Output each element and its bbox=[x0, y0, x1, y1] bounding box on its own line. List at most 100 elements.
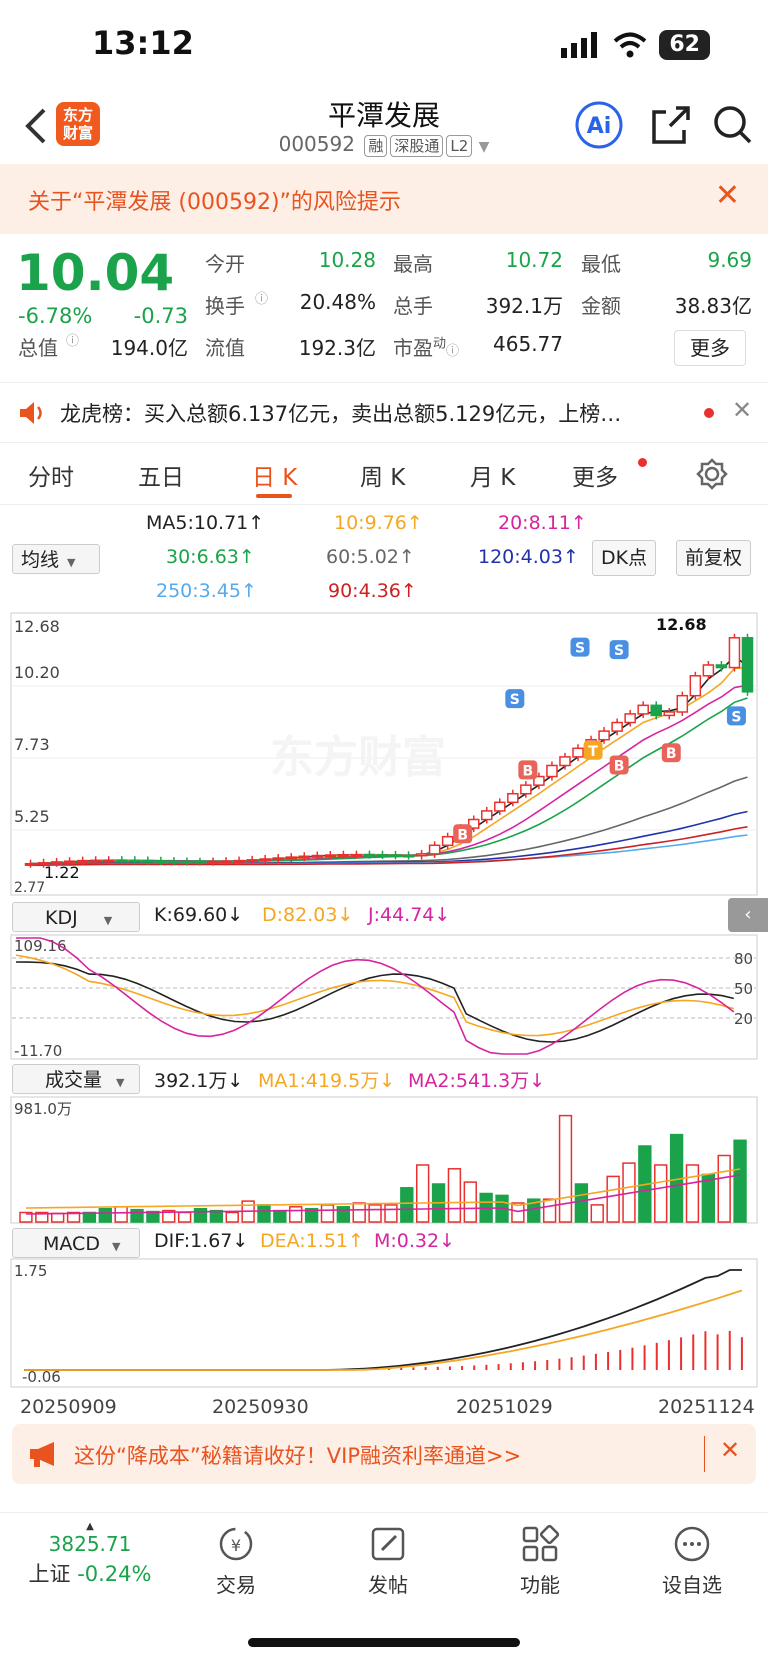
candle-body bbox=[220, 860, 232, 864]
candle-body bbox=[415, 853, 428, 857]
gear-icon[interactable] bbox=[696, 458, 728, 490]
stat-label-amount: 金额 bbox=[581, 294, 621, 318]
candle-body bbox=[520, 784, 532, 795]
date-label-3: 20251124 bbox=[658, 1396, 755, 1418]
candle-body bbox=[481, 810, 493, 821]
volume-bar bbox=[400, 1187, 414, 1223]
volume-ma1-text: MA1:419.5万 bbox=[258, 1070, 380, 1092]
macd-chart[interactable]: 1.75 -0.06 bbox=[10, 1258, 758, 1390]
volume-bar bbox=[685, 1164, 700, 1223]
nav-trade[interactable]: ¥ 交易 bbox=[186, 1524, 286, 1598]
volume-arrow: ↓ bbox=[227, 1070, 244, 1092]
more-stats-button[interactable]: 更多 bbox=[674, 330, 746, 366]
chevron-left-icon: ‹ bbox=[744, 904, 752, 925]
caret-down-icon[interactable]: ▼ bbox=[479, 139, 490, 155]
candle-body bbox=[24, 862, 37, 866]
more-dots-icon bbox=[674, 1526, 710, 1562]
volume-bar bbox=[320, 1204, 335, 1223]
stat-value-mktcap: 194.0亿 bbox=[110, 336, 188, 360]
info-icon[interactable]: ⓘ bbox=[446, 344, 459, 359]
info-icon[interactable]: ⓘ bbox=[255, 288, 268, 307]
kdj-j: J:44.74↓ bbox=[368, 904, 450, 926]
macd-selector[interactable]: MACD ▼ bbox=[12, 1228, 140, 1258]
divider bbox=[0, 504, 768, 505]
macd-dea-text: DEA:1.51 bbox=[260, 1230, 349, 1252]
volume-chart[interactable]: 981.0万 bbox=[10, 1096, 758, 1224]
stat-label-volume: 总手 bbox=[393, 294, 433, 318]
volume-selector[interactable]: 成交量 ▼ bbox=[12, 1064, 140, 1094]
candle-body bbox=[285, 856, 298, 860]
tab-weekly-k[interactable]: 周 K bbox=[360, 458, 405, 492]
volume-bar bbox=[606, 1175, 620, 1223]
status-bar: 13:12 62 bbox=[0, 0, 768, 90]
volume-bar bbox=[130, 1208, 144, 1223]
stat-value-high: 10.72 bbox=[505, 248, 563, 272]
ma90-arrow: ↑ bbox=[400, 580, 417, 602]
kdj-chart[interactable]: 109.16 -11.70 80 50 20 bbox=[10, 934, 758, 1060]
status-time: 13:12 bbox=[92, 24, 194, 62]
kline-ylabel-2: 7.73 bbox=[14, 735, 50, 754]
stat-label-turnover: 换手 bbox=[205, 294, 245, 318]
risk-banner-text: 关于“平潭发展 (000592)”的风险提示 bbox=[28, 190, 401, 215]
unread-dot bbox=[704, 408, 714, 418]
ma120-text: 120:4.03 bbox=[478, 546, 563, 568]
candle-body bbox=[116, 859, 128, 863]
volume-bar bbox=[98, 1207, 112, 1223]
collapse-panel-button[interactable]: ‹ bbox=[728, 898, 768, 932]
candle-body bbox=[376, 853, 389, 857]
date-label-2: 20251029 bbox=[456, 1396, 553, 1418]
close-icon[interactable]: ✕ bbox=[720, 1436, 740, 1464]
ma5-text: MA5:10.71 bbox=[146, 512, 249, 534]
stat-label-open: 今开 bbox=[205, 252, 245, 276]
candle-body bbox=[350, 853, 363, 857]
tab-monthly-k[interactable]: 月 K bbox=[470, 458, 515, 492]
search-button[interactable] bbox=[708, 100, 758, 150]
divider bbox=[0, 382, 768, 383]
ai-button[interactable]: Ai bbox=[574, 100, 624, 150]
ai-label: Ai bbox=[587, 114, 612, 139]
tab-intraday[interactable]: 分时 bbox=[28, 458, 74, 492]
megaphone-icon bbox=[30, 1442, 54, 1467]
index-ticker[interactable]: ▲ 3825.71 上证 -0.24% bbox=[20, 1522, 160, 1588]
longhu-bar[interactable]: 龙虎榜：买入总额6.137亿元，卖出总额5.129亿元，上榜… ✕ bbox=[0, 384, 768, 442]
volume-bar bbox=[50, 1212, 65, 1223]
volume-bar bbox=[352, 1202, 366, 1223]
tab-five-day[interactable]: 五日 bbox=[138, 458, 184, 492]
ma-selector-label: 均线 bbox=[21, 549, 60, 571]
candle-body bbox=[337, 853, 350, 857]
share-button[interactable] bbox=[646, 100, 696, 150]
dk-point-button[interactable]: DK点 bbox=[592, 540, 657, 576]
close-icon[interactable]: ✕ bbox=[715, 178, 740, 213]
index-name: 上证 bbox=[28, 1562, 71, 1586]
volume-bar bbox=[733, 1139, 747, 1223]
promo-banner[interactable]: 这份“降成本”秘籍请收好！VIP融资利率通道>> ✕ bbox=[12, 1424, 756, 1484]
candle-body bbox=[168, 860, 180, 864]
kdj-k: K:69.60↓ bbox=[154, 904, 243, 926]
candle-body bbox=[728, 637, 741, 669]
signal-label: T bbox=[588, 744, 598, 760]
candle-body bbox=[76, 859, 89, 863]
ma30-text: 30:6.63 bbox=[166, 546, 239, 568]
nav-functions[interactable]: 功能 bbox=[490, 1524, 590, 1598]
kline-ylabel-1: 10.20 bbox=[14, 663, 60, 682]
candle-body bbox=[311, 854, 324, 858]
nav-post[interactable]: 发帖 bbox=[338, 1524, 438, 1598]
nav-add-watchlist[interactable]: 设自选 bbox=[642, 1524, 742, 1598]
macd-dea: DEA:1.51↑ bbox=[260, 1230, 364, 1252]
risk-banner[interactable]: 关于“平潭发展 (000592)”的风险提示 ✕ bbox=[0, 164, 768, 234]
kline-chart[interactable]: 东方财富 12.68 10.20 7.73 5.25 2.77 12.68 1.… bbox=[10, 612, 758, 896]
macd-dif: DIF:1.67↓ bbox=[154, 1230, 248, 1252]
close-icon[interactable]: ✕ bbox=[732, 396, 752, 424]
tab-more[interactable]: 更多 bbox=[572, 458, 618, 492]
ma-selector[interactable]: 均线 ▼ bbox=[12, 544, 100, 574]
tab-daily-k[interactable]: 日 K bbox=[252, 458, 297, 492]
ma120-arrow: ↑ bbox=[562, 546, 579, 568]
ma5-arrow: ↑ bbox=[248, 512, 265, 534]
macd-m: M:0.32↓ bbox=[374, 1230, 455, 1252]
pe-sup: 动 bbox=[433, 336, 447, 352]
candle-body bbox=[259, 858, 271, 862]
kdj-level-80: 80 bbox=[734, 950, 753, 968]
forward-adjust-button[interactable]: 前复权 bbox=[676, 540, 752, 576]
kdj-selector[interactable]: KDJ ▼ bbox=[12, 902, 140, 932]
info-icon[interactable]: ⓘ bbox=[66, 330, 79, 349]
